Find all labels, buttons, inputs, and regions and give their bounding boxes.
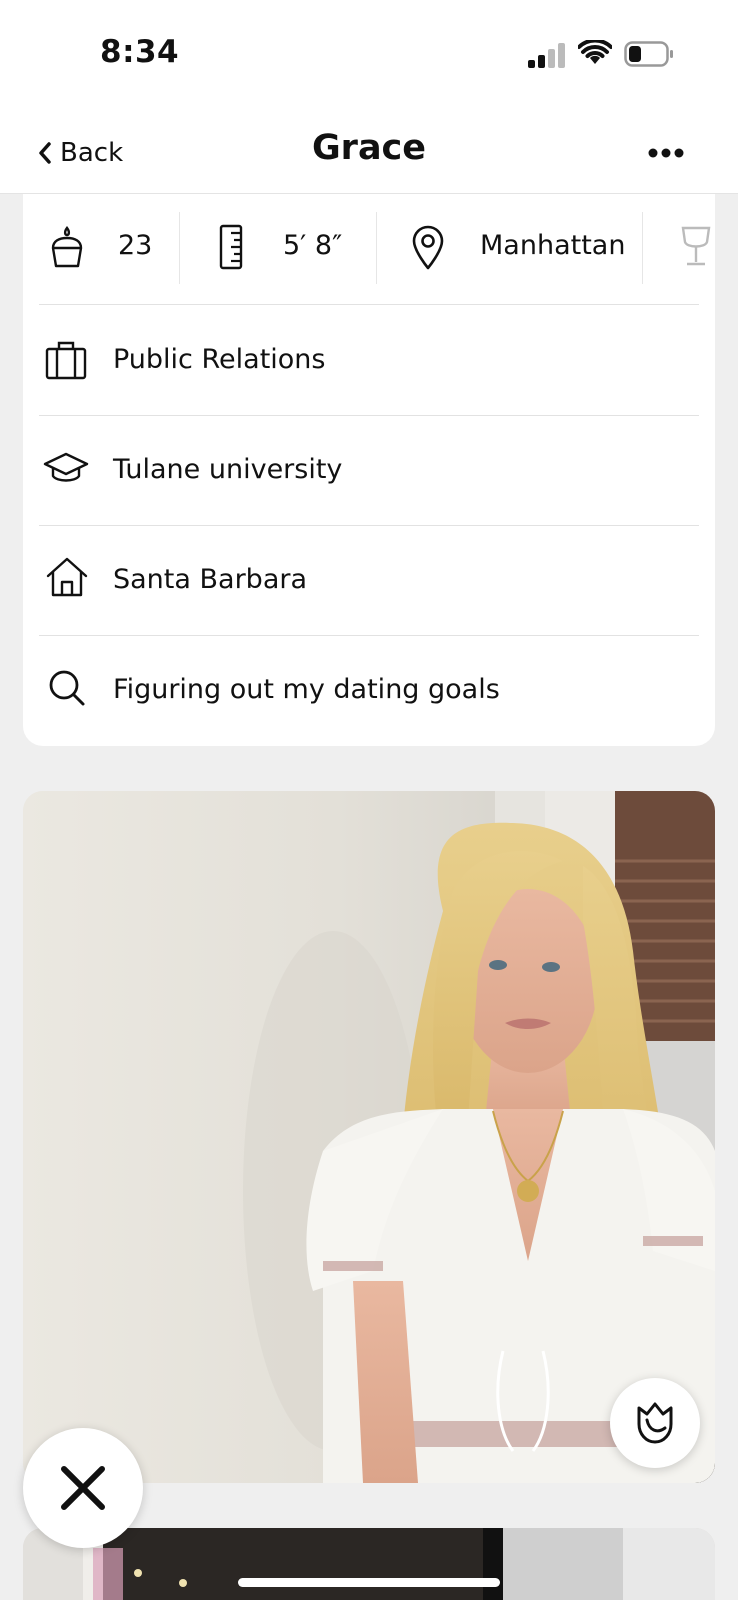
vital-divider <box>376 212 377 284</box>
battery-icon <box>624 41 673 67</box>
navigation-bar: Back Grace <box>0 110 738 194</box>
cellular-signal-icon <box>528 43 565 68</box>
next-profile-photo[interactable] <box>23 1528 715 1600</box>
vital-height: 5′ 8″ <box>283 230 343 261</box>
job-text: Public Relations <box>113 344 326 375</box>
vitals-row[interactable]: 23 5′ 8″ Manhattan <box>23 194 715 304</box>
info-row-job: Public Relations <box>23 306 715 414</box>
more-options-icon[interactable] <box>644 136 694 170</box>
home-indicator[interactable] <box>238 1578 500 1587</box>
close-icon <box>61 1466 105 1510</box>
row-divider <box>39 304 699 305</box>
ruler-icon <box>219 224 243 270</box>
search-icon <box>49 670 85 706</box>
next-profile-photo-image <box>23 1528 715 1600</box>
rose-icon <box>637 1402 673 1444</box>
send-rose-button[interactable] <box>610 1378 700 1468</box>
wine-glass-icon <box>681 226 711 266</box>
dating-goals-text: Figuring out my dating goals <box>113 674 500 705</box>
profile-photo[interactable] <box>23 791 715 1483</box>
info-row-hometown: Santa Barbara <box>23 526 715 634</box>
vital-location: Manhattan <box>480 230 626 261</box>
hometown-text: Santa Barbara <box>113 564 308 595</box>
briefcase-icon <box>45 341 87 380</box>
info-row-school: Tulane university <box>23 416 715 524</box>
graduation-cap-icon <box>43 452 89 482</box>
profile-photo-image <box>23 791 715 1483</box>
vital-divider <box>642 212 643 284</box>
birthday-cake-icon <box>51 226 83 268</box>
info-row-dating-goals: Figuring out my dating goals <box>23 636 715 744</box>
wifi-icon <box>578 40 612 64</box>
status-time: 8:34 <box>100 34 180 70</box>
status-bar: 8:34 <box>0 0 738 110</box>
profile-name-title: Grace <box>311 128 427 168</box>
house-icon <box>46 557 88 597</box>
vital-divider <box>179 212 180 284</box>
skip-button[interactable] <box>23 1428 143 1548</box>
profile-info-card: 23 5′ 8″ Manhattan Public Relations Tula… <box>23 194 715 746</box>
school-text: Tulane university <box>113 454 343 485</box>
vital-age: 23 <box>118 230 153 261</box>
location-pin-icon <box>412 225 444 270</box>
